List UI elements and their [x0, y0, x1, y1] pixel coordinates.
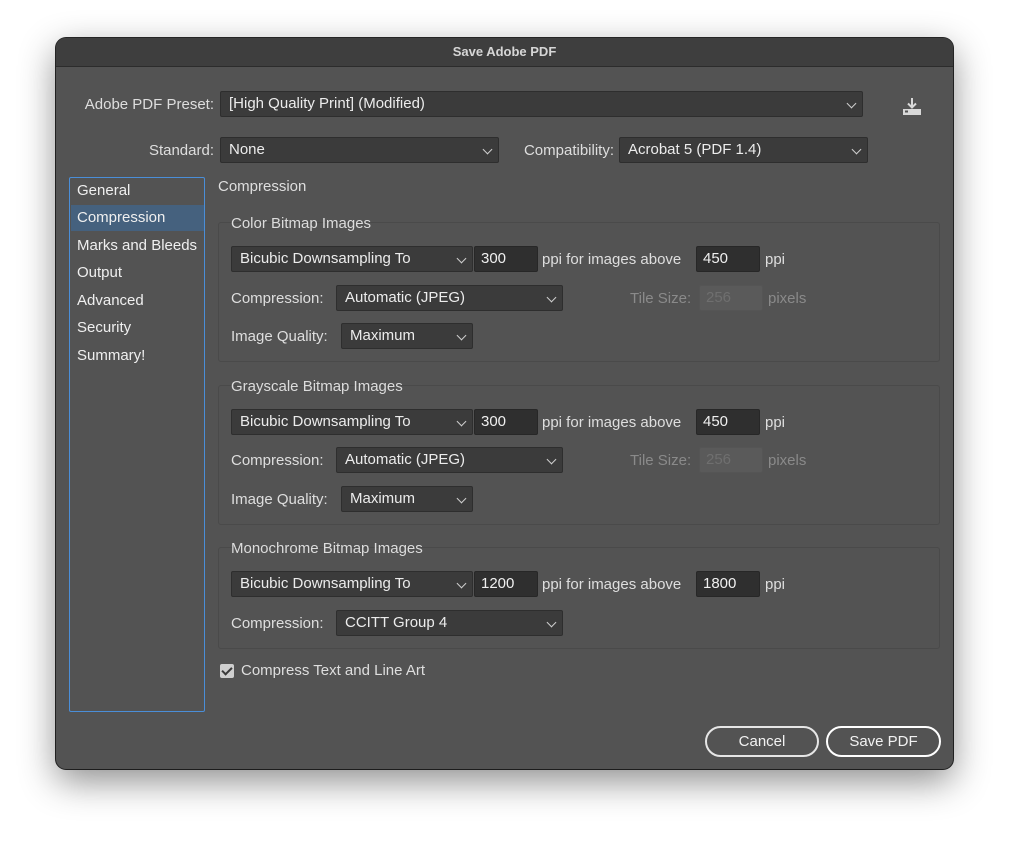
color-compression-value: Automatic (JPEG) [345, 289, 466, 306]
grayscale-downsampling-value: Bicubic Downsampling To [240, 413, 411, 430]
monochrome-bitmap-title: Monochrome Bitmap Images [231, 540, 423, 557]
sidebar-item-compression[interactable]: Compression [71, 205, 204, 231]
grayscale-quality-value: Maximum [350, 490, 416, 507]
monochrome-bitmap-group [218, 547, 940, 649]
save-pdf-dialog: Save Adobe PDF Adobe PDF Preset: [High Q… [56, 38, 953, 769]
chevron-down-icon [456, 330, 467, 341]
preset-label: Adobe PDF Preset: [84, 96, 214, 113]
chevron-down-icon [482, 144, 493, 155]
compatibility-label: Compatibility: [523, 142, 614, 159]
color-tile-size-label: Tile Size: [630, 290, 692, 307]
monochrome-ppi-above-label: ppi for images above [542, 576, 682, 593]
chevron-down-icon [546, 454, 557, 465]
grayscale-tile-size-unit: pixels [768, 452, 807, 469]
chevron-down-icon [456, 253, 467, 264]
grayscale-quality-select[interactable]: Maximum [341, 486, 473, 512]
color-ppi-input[interactable]: 300 [474, 246, 538, 272]
grayscale-compression-select[interactable]: Automatic (JPEG) [336, 447, 563, 473]
grayscale-downsampling-select[interactable]: Bicubic Downsampling To [231, 409, 473, 435]
color-ppi-above-label: ppi for images above [542, 251, 682, 268]
grayscale-quality-label: Image Quality: [231, 491, 328, 508]
monochrome-compression-label: Compression: [231, 615, 324, 632]
chevron-down-icon [456, 416, 467, 427]
save-pdf-button[interactable]: Save PDF [826, 726, 941, 757]
grayscale-above-input[interactable]: 450 [696, 409, 760, 435]
chevron-down-icon [546, 617, 557, 628]
sidebar-item-advanced[interactable]: Advanced [71, 288, 204, 314]
color-compression-label: Compression: [231, 290, 324, 307]
standard-value: None [229, 141, 265, 158]
chevron-down-icon [851, 144, 862, 155]
monochrome-compression-select[interactable]: CCITT Group 4 [336, 610, 563, 636]
chevron-down-icon [546, 292, 557, 303]
compress-text-label[interactable]: Compress Text and Line Art [241, 662, 425, 679]
color-bitmap-title: Color Bitmap Images [231, 215, 372, 232]
chevron-down-icon [456, 493, 467, 504]
color-tile-size-unit: pixels [768, 290, 807, 307]
monochrome-downsampling-value: Bicubic Downsampling To [240, 575, 411, 592]
standard-label: Standard: [148, 142, 214, 159]
window-title: Save Adobe PDF [56, 38, 953, 67]
grayscale-ppi-input[interactable]: 300 [474, 409, 538, 435]
chevron-down-icon [456, 578, 467, 589]
monochrome-ppi-unit: ppi [765, 576, 786, 593]
color-quality-label: Image Quality: [231, 328, 328, 345]
monochrome-above-input[interactable]: 1800 [696, 571, 760, 597]
color-above-input[interactable]: 450 [696, 246, 760, 272]
monochrome-downsampling-select[interactable]: Bicubic Downsampling To [231, 571, 473, 597]
chevron-down-icon [846, 98, 857, 109]
grayscale-ppi-unit: ppi [765, 414, 786, 431]
monochrome-compression-value: CCITT Group 4 [345, 614, 448, 631]
color-downsampling-value: Bicubic Downsampling To [240, 250, 411, 267]
sidebar-item-security[interactable]: Security [71, 315, 204, 341]
sidebar-item-summary[interactable]: Summary! [71, 343, 204, 369]
color-compression-select[interactable]: Automatic (JPEG) [336, 285, 563, 311]
sidebar-item-marks-and-bleeds[interactable]: Marks and Bleeds [71, 233, 204, 259]
compress-text-checkbox[interactable] [220, 664, 234, 678]
cancel-button[interactable]: Cancel [705, 726, 819, 757]
color-downsampling-select[interactable]: Bicubic Downsampling To [231, 246, 473, 272]
download-tray-icon[interactable] [900, 95, 924, 119]
color-ppi-unit: ppi [765, 251, 786, 268]
monochrome-ppi-input[interactable]: 1200 [474, 571, 538, 597]
sidebar-item-general[interactable]: General [71, 178, 204, 204]
color-quality-value: Maximum [350, 327, 416, 344]
preset-value: [High Quality Print] (Modified) [229, 95, 425, 112]
preset-select[interactable]: [High Quality Print] (Modified) [220, 91, 863, 117]
standard-select[interactable]: None [220, 137, 499, 163]
grayscale-ppi-above-label: ppi for images above [542, 414, 682, 431]
compatibility-select[interactable]: Acrobat 5 (PDF 1.4) [619, 137, 868, 163]
compatibility-value: Acrobat 5 (PDF 1.4) [628, 141, 762, 158]
grayscale-compression-label: Compression: [231, 452, 324, 469]
grayscale-bitmap-title: Grayscale Bitmap Images [231, 378, 403, 395]
grayscale-tile-size-label: Tile Size: [630, 452, 692, 469]
panel-title: Compression [218, 178, 307, 195]
color-quality-select[interactable]: Maximum [341, 323, 473, 349]
sidebar-item-output[interactable]: Output [71, 260, 204, 286]
color-tile-size-input: 256 [699, 285, 763, 311]
grayscale-tile-size-input: 256 [699, 447, 763, 473]
sidebar-nav: General Compression Marks and Bleeds Out… [69, 177, 205, 712]
grayscale-compression-value: Automatic (JPEG) [345, 451, 466, 468]
